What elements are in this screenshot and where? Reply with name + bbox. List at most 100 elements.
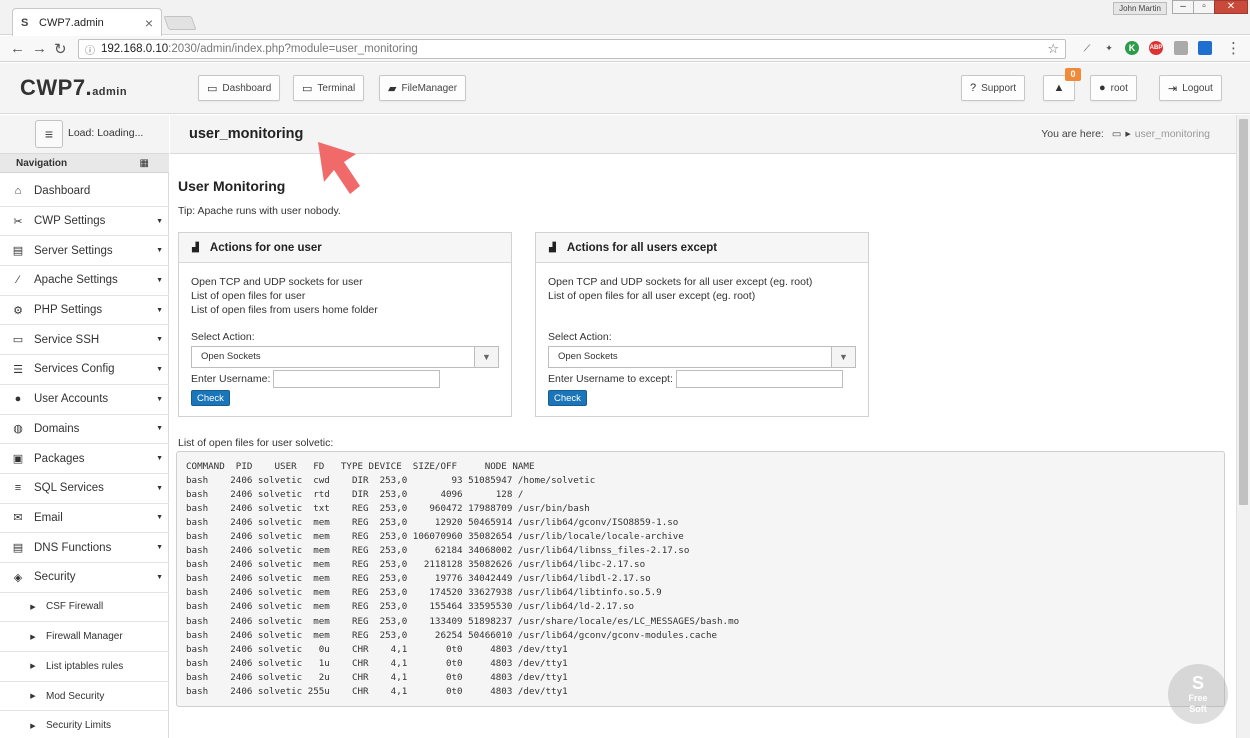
feather-icon: ⁄ bbox=[17, 274, 19, 287]
menu-icon[interactable]: ⋮ bbox=[1226, 39, 1241, 57]
panel-line: Open TCP and UDP sockets for all user ex… bbox=[548, 276, 813, 288]
breadcrumb-caret-icon: ▶ bbox=[1125, 131, 1131, 138]
sidebar-subitem-csf-firewall[interactable]: ▶ CSF Firewall bbox=[0, 593, 169, 623]
username-input[interactable] bbox=[273, 370, 441, 388]
navigation-header: Navigation ▦ bbox=[0, 154, 169, 173]
select-action-label: Select Action: bbox=[548, 331, 612, 343]
sidebar-item-label: User Accounts bbox=[34, 393, 109, 406]
caret-down-icon: ▼ bbox=[156, 306, 163, 314]
load-status: Load: Loading... bbox=[68, 127, 144, 139]
tab-title: CWP7.admin bbox=[39, 16, 104, 29]
caret-down-icon: ▼ bbox=[156, 276, 163, 284]
sidebar-item-label: Services Config bbox=[34, 363, 115, 376]
user-button[interactable]: ● root bbox=[1090, 75, 1137, 101]
close-tab-icon[interactable]: × bbox=[145, 16, 153, 30]
sidebar-item-sql-services[interactable]: ≡ SQL Services ▼ bbox=[0, 474, 169, 504]
server-load: ≡ Load: Loading... bbox=[0, 115, 169, 154]
extension-gray-icon[interactable] bbox=[1174, 41, 1188, 55]
breadcrumb-current: user_monitoring bbox=[1134, 128, 1210, 140]
sidebar-subitem-label: Mod Security bbox=[46, 690, 105, 702]
caret-down-icon: ▼ bbox=[156, 217, 163, 225]
browser-tab[interactable]: S CWP7.admin × bbox=[12, 8, 162, 36]
new-tab-button[interactable] bbox=[163, 16, 197, 30]
adblock-icon[interactable]: ABP bbox=[1149, 41, 1163, 55]
select-action-dropdown[interactable]: Open Sockets ▼ bbox=[548, 346, 856, 368]
username-label: Enter Username: bbox=[191, 373, 271, 385]
breadcrumb-label: You are here: bbox=[1041, 128, 1104, 140]
check-button[interactable]: Check bbox=[548, 390, 587, 406]
sidebar-subitem-security-limits[interactable]: ▶ Security Limits bbox=[0, 711, 169, 738]
user-icon: ● bbox=[14, 393, 22, 406]
logout-button[interactable]: ⇥ Logout bbox=[1159, 75, 1222, 101]
dashboard-button[interactable]: ▭ Dashboard bbox=[198, 75, 281, 101]
panel-all-users: ▟ Actions for all users except Open TCP a… bbox=[535, 232, 869, 417]
sidebar-item-services-config[interactable]: ☰ Services Config ▼ bbox=[0, 355, 169, 385]
select-action-dropdown[interactable]: Open Sockets ▼ bbox=[191, 346, 499, 368]
caret-down-icon: ▼ bbox=[156, 514, 163, 522]
check-button[interactable]: Check bbox=[191, 390, 230, 406]
k-extension-icon[interactable]: K bbox=[1125, 41, 1139, 55]
sidebar-item-user-accounts[interactable]: ● User Accounts ▼ bbox=[0, 385, 169, 415]
sidebar-item-email[interactable]: ✉ Email ▼ bbox=[0, 504, 169, 534]
envelope-icon: ✉ bbox=[13, 512, 23, 525]
sidebar-subitem-label: CSF Firewall bbox=[46, 601, 104, 613]
wrench-icon: ✂ bbox=[13, 215, 23, 228]
sidebar-item-packages[interactable]: ▣ Packages ▼ bbox=[0, 444, 169, 474]
sidebar-item-cwp-settings[interactable]: ✂ CWP Settings ▼ bbox=[0, 207, 169, 237]
scrollbar-thumb[interactable] bbox=[1239, 119, 1248, 505]
bookmark-star-icon[interactable]: ☆ bbox=[1047, 41, 1059, 57]
username-except-input[interactable] bbox=[675, 370, 843, 388]
sidebar-item-dns-functions[interactable]: ▤ DNS Functions ▼ bbox=[0, 533, 169, 563]
bird-extension-icon[interactable]: ✦ bbox=[1102, 41, 1116, 55]
panel-line: List of open files for all user except (… bbox=[548, 290, 756, 302]
sidebar-item-service-ssh[interactable]: ▭ Service SSH ▼ bbox=[0, 325, 169, 356]
sidebar-item-label: Apache Settings bbox=[34, 274, 118, 287]
sidebar-item-label: Security bbox=[34, 571, 76, 584]
watermark-logo: S Free Soft bbox=[1168, 664, 1228, 724]
address-bar[interactable]: ⓘ 192.168.0.10:2030/admin/index.php?modu… bbox=[78, 39, 1066, 59]
window-close-icon[interactable]: ✕ bbox=[1214, 0, 1248, 14]
sidebar-item-label: Email bbox=[34, 511, 63, 524]
dns-icon: ▤ bbox=[12, 542, 24, 555]
bar-chart-icon: ▟ bbox=[192, 242, 199, 252]
back-icon[interactable]: ← bbox=[10, 40, 25, 57]
minimize-icon[interactable]: – bbox=[1172, 0, 1194, 14]
filemanager-button[interactable]: ▰ FileManager bbox=[379, 75, 467, 101]
info-icon[interactable]: ⓘ bbox=[85, 42, 95, 57]
tip-text: Tip: Apache runs with user nobody. bbox=[178, 205, 341, 217]
breadcrumb-home-icon[interactable]: ▭ bbox=[1112, 129, 1121, 140]
sidebar-item-label: Service SSH bbox=[34, 333, 100, 346]
support-button[interactable]: ? Support bbox=[961, 75, 1026, 101]
sidebar-item-dashboard[interactable]: ⌂ Dashboard bbox=[0, 177, 169, 207]
profile-name[interactable]: John Martin bbox=[1113, 2, 1167, 15]
logo[interactable]: CWP7.admin bbox=[20, 75, 127, 101]
nav-list: ⌂ Dashboard ✂ CWP Settings ▼ ▤ Server Settings… bbox=[0, 177, 169, 738]
logout-icon: ⇥ bbox=[1168, 82, 1178, 95]
sidebar-toggle-icon[interactable]: ▦ bbox=[140, 154, 149, 173]
notification-badge: 0 bbox=[1065, 68, 1081, 81]
monitor-icon: ▭ bbox=[12, 334, 24, 347]
sidebar-item-domains[interactable]: ◍ Domains ▼ bbox=[0, 415, 169, 445]
shield-icon: ◈ bbox=[13, 571, 23, 584]
sidebar-item-label: CWP Settings bbox=[34, 215, 106, 228]
sidebar-item-label: DNS Functions bbox=[34, 541, 112, 554]
forward-icon[interactable]: → bbox=[32, 40, 47, 57]
sidebar-item-server-settings[interactable]: ▤ Server Settings ▼ bbox=[0, 236, 169, 267]
browser-toolbar: ← → ↻ ⓘ 192.168.0.10:2030/admin/index.ph… bbox=[0, 36, 1250, 62]
page-scrollbar[interactable] bbox=[1236, 115, 1250, 738]
terminal-button[interactable]: ▭ Terminal bbox=[293, 75, 365, 101]
sidebar-item-security[interactable]: ◈ Security ▼ bbox=[0, 563, 169, 593]
extension-blue-icon[interactable] bbox=[1198, 41, 1212, 55]
caret-right-icon: ▶ bbox=[30, 663, 36, 671]
sidebar-subitem-firewall-manager[interactable]: ▶ Firewall Manager bbox=[0, 622, 169, 652]
extension-icon[interactable]: ⟋ bbox=[1080, 41, 1094, 55]
sidebar-subitem-mod-security[interactable]: ▶ Mod Security bbox=[0, 682, 169, 712]
reload-icon[interactable]: ↻ bbox=[54, 40, 67, 58]
sidebar-item-apache-settings[interactable]: ⁄ Apache Settings ▼ bbox=[0, 266, 169, 296]
caret-down-icon: ▼ bbox=[156, 484, 163, 492]
sidebar-subitem-list-iptables-rules[interactable]: ▶ List iptables rules bbox=[0, 652, 169, 682]
caret-down-icon: ▼ bbox=[156, 573, 163, 581]
sidebar-item-php-settings[interactable]: ⚙ PHP Settings ▼ bbox=[0, 296, 169, 326]
maximize-icon[interactable]: ▫ bbox=[1193, 0, 1215, 14]
select-action-label: Select Action: bbox=[191, 331, 255, 343]
